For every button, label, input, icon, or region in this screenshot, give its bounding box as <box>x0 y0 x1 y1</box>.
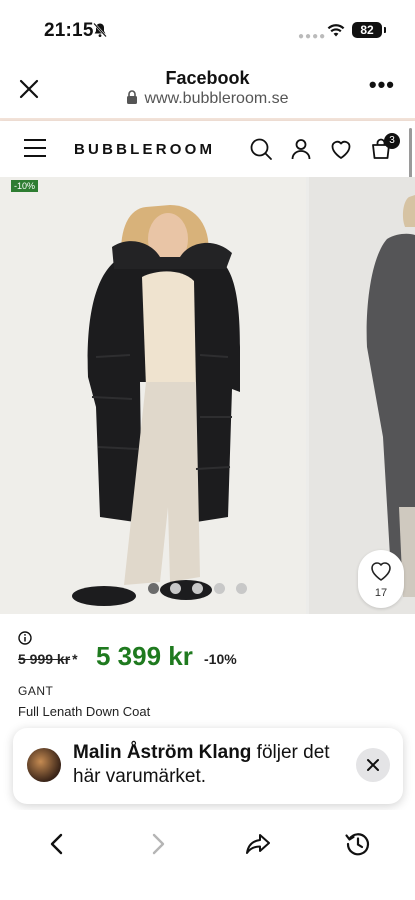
url-text: www.bubbleroom.se <box>144 90 289 107</box>
gallery-pagination[interactable] <box>148 583 247 594</box>
search-icon[interactable] <box>249 137 273 161</box>
product-gallery[interactable] <box>0 177 415 614</box>
wishlist-count: 17 <box>374 587 388 599</box>
status-bar: 21:15 ●●●● 82 <box>0 0 415 56</box>
history-icon[interactable] <box>344 830 372 858</box>
forward-icon[interactable] <box>144 830 172 858</box>
menu-icon[interactable] <box>24 139 46 157</box>
url-bar[interactable]: www.bubbleroom.se <box>0 90 415 108</box>
browser-title: Facebook <box>165 68 250 88</box>
dismiss-notification-button[interactable] <box>356 748 390 782</box>
clock: 21:15 <box>44 20 94 41</box>
gallery-dot[interactable] <box>170 583 181 594</box>
product-image[interactable] <box>0 177 306 614</box>
in-app-browser-header: Facebook www.bubbleroom.se ••• <box>0 56 415 120</box>
heart-icon[interactable] <box>329 137 353 161</box>
share-icon[interactable] <box>244 830 272 858</box>
discount-percent: -10% <box>204 651 237 667</box>
heart-outline-icon <box>371 562 391 581</box>
cart-count-badge: 3 <box>384 133 400 149</box>
product-name: Full Lenath Down Coat <box>18 704 151 719</box>
signal-dots: ●●●● <box>298 31 327 42</box>
battery-indicator: 82 <box>352 22 386 38</box>
price-footnote-mark: * <box>72 651 78 667</box>
product-brand[interactable]: GANT <box>18 684 53 698</box>
discount-tag: -10% <box>11 180 39 192</box>
user-icon[interactable] <box>289 137 313 161</box>
browser-toolbar <box>0 810 415 900</box>
more-icon[interactable]: ••• <box>369 74 395 96</box>
info-icon[interactable] <box>18 631 32 645</box>
back-icon[interactable] <box>43 830 71 858</box>
avatar <box>27 748 61 782</box>
site-logo[interactable]: BUBBLEROOM <box>74 141 215 158</box>
wifi-icon <box>327 24 345 37</box>
gallery-dot[interactable] <box>214 583 225 594</box>
notification-text: Malin Åström Klang följer det här varumä… <box>73 741 358 789</box>
original-price: 5 999 kr * <box>18 651 78 667</box>
site-header: BUBBLEROOM 3 <box>0 121 415 177</box>
wishlist-button[interactable]: 17 <box>358 550 404 608</box>
bell-muted-icon <box>93 22 107 38</box>
notification-user: Malin Åström Klang <box>73 742 252 763</box>
gallery-dot[interactable] <box>192 583 203 594</box>
sale-price: 5 399 kr <box>96 641 193 671</box>
close-icon <box>367 759 379 771</box>
scrollbar[interactable] <box>409 128 412 178</box>
next-product-image[interactable] <box>309 177 415 614</box>
gallery-dot[interactable] <box>148 583 159 594</box>
lock-icon <box>127 90 138 104</box>
gallery-dot[interactable] <box>236 583 247 594</box>
follow-notification[interactable]: Malin Åström Klang följer det här varumä… <box>13 728 403 804</box>
